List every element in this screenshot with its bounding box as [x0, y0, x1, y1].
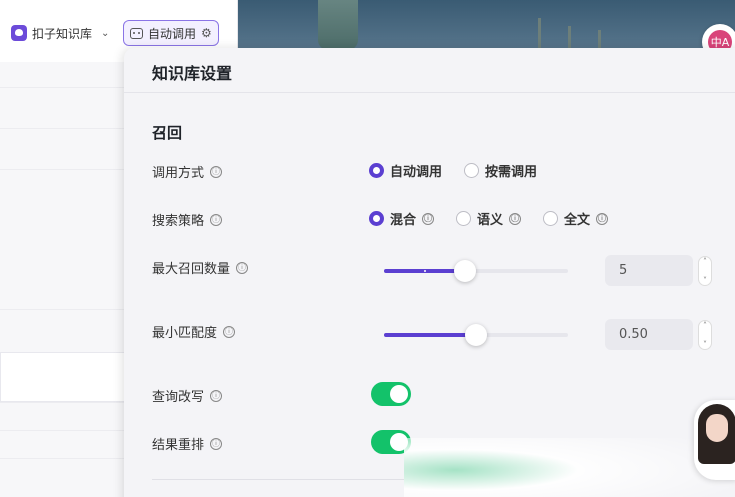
- stepper-down-icon[interactable]: ˅: [703, 340, 707, 349]
- radio-selected-icon: [369, 211, 384, 226]
- info-icon[interactable]: ⓘ: [596, 212, 609, 225]
- call-mode-label-row: 调用方式 ⓘ: [152, 162, 223, 181]
- rerank-label-row: 结果重排 ⓘ: [152, 434, 223, 453]
- search-strategy-label-row: 搜索策略 ⓘ: [152, 210, 223, 229]
- toggle-knob: [390, 385, 408, 403]
- glow-effect: [404, 438, 735, 497]
- stepper-up-icon[interactable]: ˄: [703, 257, 707, 266]
- slider-fill: [384, 333, 476, 337]
- section-title-recall: 召回: [152, 124, 183, 142]
- min-match-label: 最小匹配度: [152, 326, 218, 341]
- search-strategy-label: 搜索策略: [152, 214, 205, 229]
- query-rewrite-label: 查询改写: [152, 390, 205, 405]
- divider: [152, 479, 404, 480]
- slider-handle[interactable]: [465, 324, 487, 346]
- spire-graphic: [538, 18, 541, 48]
- statue-graphic: [318, 0, 358, 50]
- radio-hybrid[interactable]: 混合 ⓘ: [369, 209, 435, 228]
- max-recall-label-row: 最大召回数量 ⓘ: [152, 258, 249, 277]
- knowledge-base-icon: [11, 25, 27, 41]
- max-recall-slider[interactable]: [384, 260, 568, 282]
- auto-call-chip[interactable]: 自动调用 ⚙: [123, 20, 219, 46]
- query-rewrite-toggle[interactable]: [371, 382, 411, 406]
- min-match-stepper[interactable]: ˄ ˅: [698, 320, 712, 350]
- chevron-down-icon: ⌄: [101, 27, 110, 39]
- min-match-input[interactable]: 0.50: [605, 319, 693, 350]
- knowledge-settings-panel: 知识库设置 召回 调用方式 ⓘ 自动调用 按需调用 搜索策略 ⓘ 混合 ⓘ 语义…: [124, 48, 735, 497]
- query-rewrite-label-row: 查询改写 ⓘ: [152, 386, 223, 405]
- auto-call-chip-label: 自动调用: [148, 26, 197, 41]
- radio-selected-icon: [369, 163, 384, 178]
- gear-icon[interactable]: ⚙: [201, 26, 212, 40]
- robot-icon: [130, 27, 143, 39]
- stepper-up-icon[interactable]: ˄: [703, 321, 707, 330]
- stepper-down-icon[interactable]: ˅: [703, 276, 707, 285]
- assistant-avatar[interactable]: [694, 400, 735, 480]
- min-match-slider[interactable]: [384, 324, 568, 346]
- call-mode-label: 调用方式: [152, 166, 205, 181]
- spire-graphic: [568, 26, 571, 48]
- info-icon[interactable]: ⓘ: [210, 389, 223, 402]
- divider: [124, 92, 735, 93]
- knowledge-base-selector-label: 扣子知识库: [32, 26, 93, 41]
- spire-graphic: [598, 30, 601, 48]
- avatar-face: [706, 414, 728, 442]
- max-recall-label: 最大召回数量: [152, 262, 231, 277]
- radio-label: 按需调用: [485, 165, 538, 180]
- radio-semantic[interactable]: 语义 ⓘ: [456, 209, 522, 228]
- panel-title: 知识库设置: [152, 64, 233, 83]
- rerank-label: 结果重排: [152, 438, 205, 453]
- info-icon[interactable]: ⓘ: [223, 325, 236, 338]
- info-icon[interactable]: ⓘ: [236, 261, 249, 274]
- radio-label: 混合: [390, 213, 417, 228]
- min-match-label-row: 最小匹配度 ⓘ: [152, 322, 236, 341]
- info-icon[interactable]: ⓘ: [210, 437, 223, 450]
- radio-unselected-icon: [456, 211, 472, 226]
- slider-tick: [424, 270, 426, 272]
- radio-label: 语义: [477, 213, 504, 228]
- radio-unselected-icon: [464, 163, 480, 178]
- call-mode-radio-group: 自动调用 按需调用: [369, 161, 559, 180]
- max-recall-stepper[interactable]: ˄ ˅: [698, 256, 712, 286]
- radio-on-demand-call[interactable]: 按需调用: [464, 161, 537, 180]
- radio-fulltext[interactable]: 全文 ⓘ: [543, 209, 609, 228]
- radio-auto-call[interactable]: 自动调用: [369, 161, 442, 180]
- slider-handle[interactable]: [453, 260, 476, 282]
- knowledge-base-selector[interactable]: 扣子知识库 ⌄: [11, 22, 109, 44]
- info-icon[interactable]: ⓘ: [422, 212, 435, 225]
- info-icon[interactable]: ⓘ: [509, 212, 522, 225]
- info-icon[interactable]: ⓘ: [210, 165, 223, 178]
- search-strategy-radio-group: 混合 ⓘ 语义 ⓘ 全文 ⓘ: [369, 209, 630, 228]
- max-recall-input[interactable]: 5: [605, 255, 693, 286]
- radio-label: 自动调用: [390, 165, 443, 180]
- radio-unselected-icon: [543, 211, 559, 226]
- radio-label: 全文: [564, 213, 591, 228]
- info-icon[interactable]: ⓘ: [210, 213, 223, 226]
